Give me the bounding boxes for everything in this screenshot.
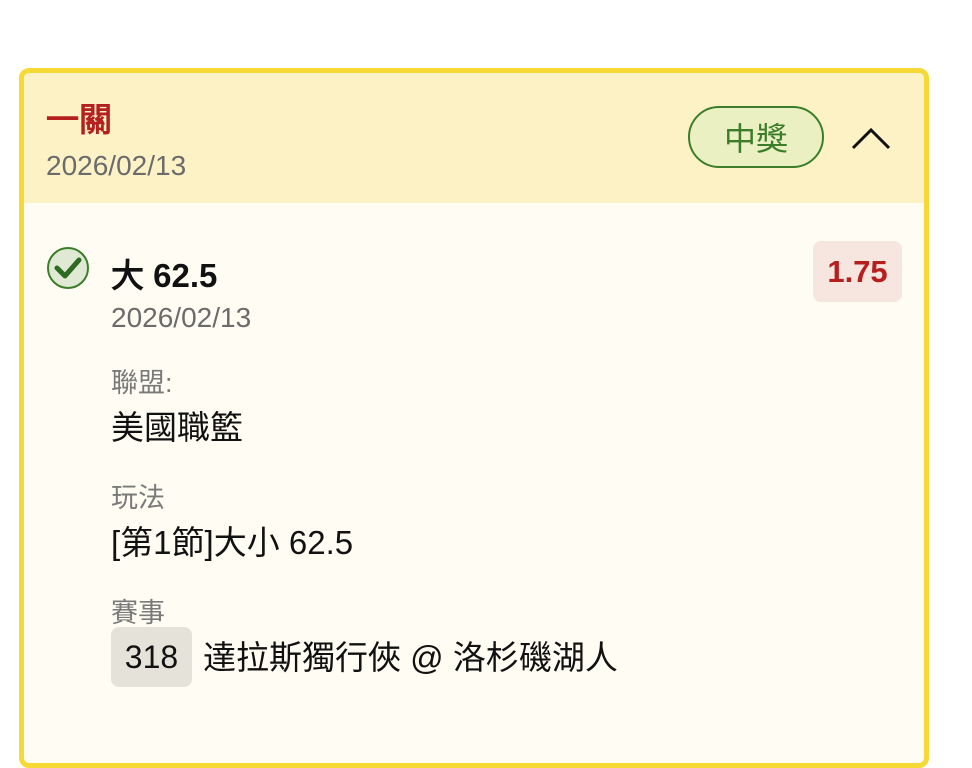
- bet-date: 2026/02/13: [46, 150, 187, 181]
- event-row: 318 達拉斯獨行俠 @ 洛杉磯湖人: [111, 627, 618, 687]
- bet-type-title: 一關: [46, 101, 112, 138]
- bet-card: 一關 2026/02/13 中獎 大 62.5 2026/02/13 1.75 …: [19, 68, 929, 768]
- event-label: 賽事: [111, 598, 165, 628]
- league-value: 美國職籃: [111, 409, 243, 446]
- game-number-badge: 318: [111, 627, 192, 687]
- bet-card-header[interactable]: 一關 2026/02/13 中獎: [24, 73, 924, 203]
- league-label: 聯盟:: [111, 368, 173, 398]
- odds-badge: 1.75: [813, 241, 902, 302]
- selection-date: 2026/02/13: [111, 302, 252, 333]
- collapse-button[interactable]: [846, 113, 896, 163]
- status-badge: 中獎: [688, 106, 824, 168]
- event-name: 達拉斯獨行俠 @ 洛杉磯湖人: [203, 638, 618, 676]
- play-label: 玩法: [111, 483, 165, 513]
- chevron-up-icon: [851, 127, 891, 150]
- play-value: [第1節]大小 62.5: [111, 524, 354, 561]
- check-circle-icon: [47, 247, 89, 289]
- selection-title: 大 62.5: [111, 257, 218, 294]
